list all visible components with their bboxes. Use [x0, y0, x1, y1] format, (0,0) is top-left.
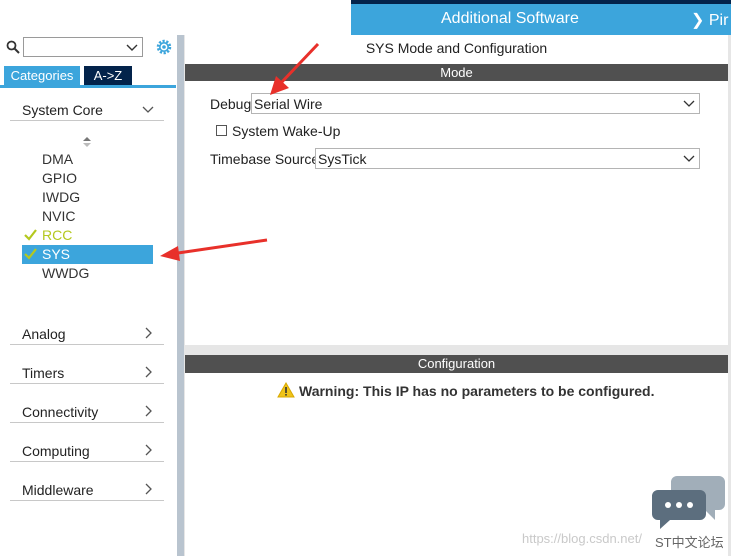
peripheral-label: GPIO: [42, 170, 78, 186]
watermark-url: https://blog.csdn.net/: [522, 531, 642, 546]
peripheral-label: NVIC: [42, 208, 76, 224]
check-icon: [24, 248, 37, 260]
search-input[interactable]: [23, 37, 143, 57]
peripheral-item-nvic[interactable]: NVIC: [22, 207, 153, 226]
chevron-down-icon[interactable]: [126, 41, 138, 53]
check-icon: [24, 229, 37, 241]
sort-icon[interactable]: [82, 136, 92, 148]
warning-message: Warning: This IP has no parameters to be…: [299, 383, 655, 399]
chevron-down-icon: [683, 100, 695, 107]
category-label: Computing: [22, 443, 90, 459]
category-analog[interactable]: Analog: [10, 322, 164, 345]
system-wakeup-label: System Wake-Up: [232, 123, 341, 139]
peripheral-item-rcc[interactable]: RCC: [22, 226, 153, 245]
search-icon: [6, 40, 20, 54]
configuration-header: Configuration: [185, 355, 728, 373]
page-title: SYS Mode and Configuration: [365, 40, 548, 56]
mode-header: Mode: [185, 64, 728, 81]
peripheral-item-gpio[interactable]: GPIO: [22, 169, 153, 188]
peripheral-item-iwdg[interactable]: IWDG: [22, 188, 153, 207]
peripheral-label: SYS: [42, 246, 71, 262]
timebase-source-label: Timebase Source: [210, 151, 320, 167]
peripheral-label: DMA: [42, 151, 74, 167]
peripheral-label: WWDG: [42, 265, 90, 281]
chevron-right-icon: [145, 483, 152, 495]
next-tab-label[interactable]: ❯ Pir: [691, 10, 728, 30]
chevron-right-icon: [145, 405, 152, 417]
chevron-right-icon: [145, 327, 152, 339]
mode-panel: [185, 35, 728, 345]
debug-value: Serial Wire: [254, 96, 323, 112]
tab-underline: [0, 85, 176, 88]
chat-bubble-icon: [652, 476, 725, 529]
chevron-down-icon: [683, 155, 695, 162]
watermark-site: ST中文论坛: [655, 535, 724, 550]
category-system-core[interactable]: System Core: [10, 98, 164, 121]
category-timers[interactable]: Timers: [10, 361, 164, 384]
debug-select[interactable]: Serial Wire: [251, 93, 700, 114]
peripheral-item-dma[interactable]: DMA: [22, 150, 153, 169]
pinout-tab-label: Pir: [708, 12, 729, 29]
chevron-down-icon: ❯: [691, 12, 705, 29]
top-bar: Additional Software ❯ Pir: [0, 0, 731, 35]
chevron-down-icon: [142, 106, 154, 113]
category-computing[interactable]: Computing: [10, 439, 164, 462]
tab-a-z[interactable]: A->Z: [84, 66, 132, 85]
timebase-source-value: SysTick: [318, 151, 367, 167]
peripheral-label: IWDG: [42, 189, 81, 205]
category-label: Connectivity: [22, 404, 99, 420]
peripheral-label: RCC: [42, 227, 73, 243]
category-label: Middleware: [22, 482, 94, 498]
panel-splitter[interactable]: [177, 35, 184, 556]
peripheral-item-sys[interactable]: SYS: [22, 245, 153, 264]
additional-software-label[interactable]: Additional Software: [441, 10, 579, 28]
chevron-right-icon: [145, 444, 152, 456]
tab-categories[interactable]: Categories: [4, 66, 80, 85]
left-panel: Categories A->Z System Core DMA GPIO IWD…: [0, 35, 176, 556]
category-connectivity[interactable]: Connectivity: [10, 400, 164, 423]
category-label: System Core: [22, 102, 103, 118]
warning-icon: [277, 382, 295, 398]
category-label: Analog: [22, 326, 66, 342]
peripheral-item-wwdg[interactable]: WWDG: [22, 264, 153, 283]
gear-icon[interactable]: [155, 38, 173, 56]
debug-label: Debug: [210, 96, 252, 112]
category-middleware[interactable]: Middleware: [10, 478, 164, 501]
chevron-right-icon: [145, 366, 152, 378]
category-label: Timers: [22, 365, 65, 381]
timebase-source-select[interactable]: SysTick: [315, 148, 700, 169]
system-wakeup-checkbox[interactable]: [216, 125, 227, 136]
